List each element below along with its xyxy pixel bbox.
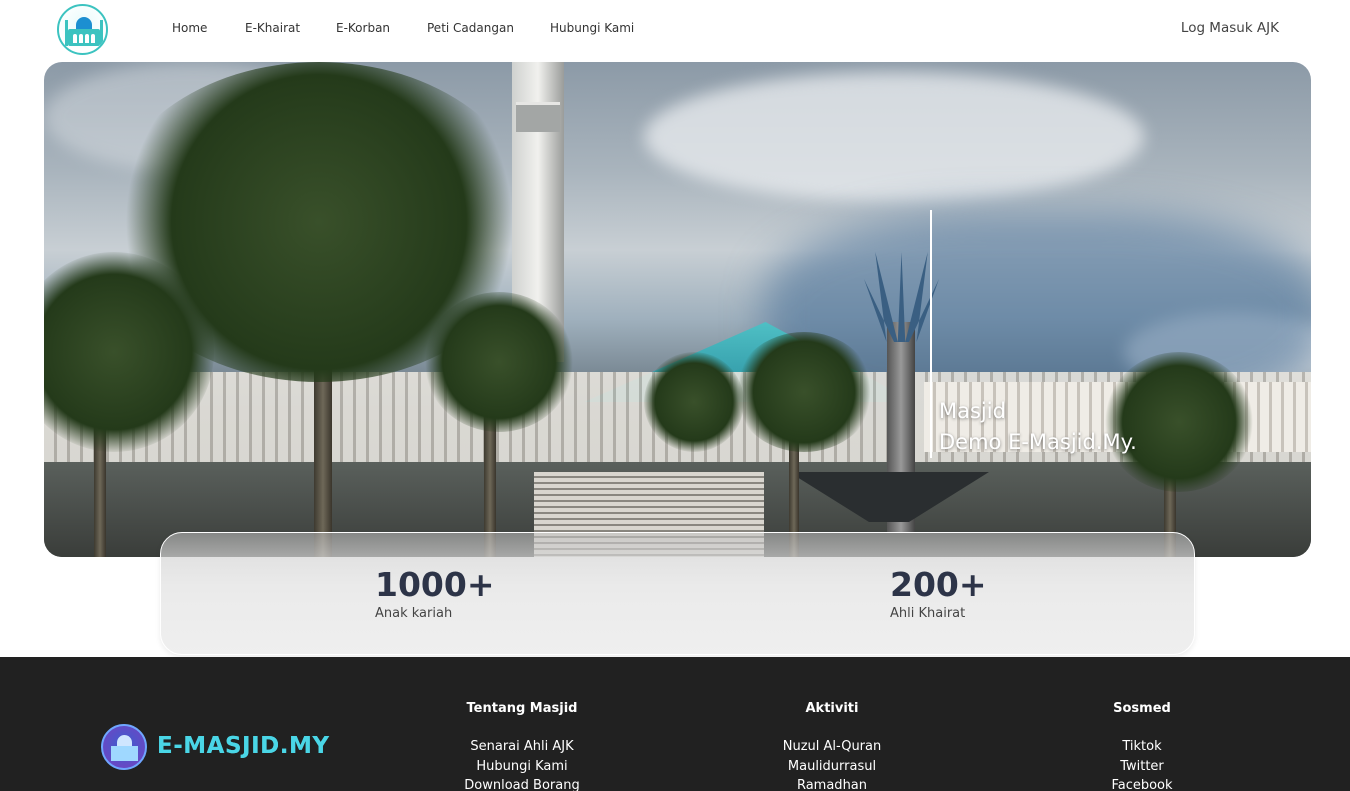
stat-value: 1000+ (375, 565, 495, 604)
stat-value: 200+ (890, 565, 987, 604)
footer-link-senarai-ajk[interactable]: Senarai Ahli AJK (412, 737, 632, 757)
nav-home-link[interactable]: Home (172, 21, 207, 35)
hero-banner-image: Masjid Demo E-Masjid.My. (44, 62, 1311, 557)
footer-logo-icon (101, 724, 147, 770)
login-ajk-link[interactable]: Log Masuk AJK (1181, 20, 1279, 36)
footer-link-download-borang[interactable]: Download Borang (412, 776, 632, 791)
stat-label: Anak kariah (375, 606, 453, 621)
footer-link-twitter[interactable]: Twitter (1032, 757, 1252, 777)
top-navbar: Home E-Khairat E-Korban Peti Cadangan Hu… (0, 0, 1350, 60)
nav-peti-cadangan-link[interactable]: Peti Cadangan (427, 21, 514, 35)
footer-col-title: Tentang Masjid (466, 701, 578, 716)
stat-anak-kariah: 1000+ Anak kariah (375, 565, 495, 621)
footer-col-title: Aktiviti (805, 701, 859, 716)
footer-link-hubungi-kami[interactable]: Hubungi Kami (412, 757, 632, 777)
footer-col-tentang-masjid: Tentang Masjid Senarai Ahli AJK Hubungi … (412, 701, 632, 791)
footer-link-facebook[interactable]: Facebook (1032, 776, 1252, 791)
footer-col-aktiviti: Aktiviti Nuzul Al-Quran Maulidurrasul Ra… (722, 701, 942, 791)
footer: E-MASJID.MY Tentang Masjid Senarai Ahli … (0, 657, 1350, 791)
hero-title-line1: Masjid (939, 399, 1006, 423)
stat-label: Ahli Khairat (890, 606, 966, 621)
stats-card: 1000+ Anak kariah 200+ Ahli Khairat (160, 532, 1195, 655)
nav-ekhairat-link[interactable]: E-Khairat (245, 21, 300, 35)
footer-link-maulidurrasul[interactable]: Maulidurrasul (722, 757, 942, 777)
footer-link-nuzul-al-quran[interactable]: Nuzul Al-Quran (722, 737, 942, 757)
footer-col-sosmed: Sosmed Tiktok Twitter Facebook (1032, 701, 1252, 791)
stat-ahli-khairat: 200+ Ahli Khairat (890, 565, 987, 621)
nav-hubungi-kami-link[interactable]: Hubungi Kami (550, 21, 634, 35)
mosque-logo-icon[interactable] (57, 4, 108, 55)
nav-ekorban-link[interactable]: E-Korban (336, 21, 390, 35)
footer-col-title: Sosmed (1113, 701, 1171, 716)
footer-link-ramadhan[interactable]: Ramadhan (722, 776, 942, 791)
hero-title-line2: Demo E-Masjid.My. (939, 430, 1137, 454)
footer-brand: E-MASJID.MY (157, 733, 330, 759)
hero-divider (930, 210, 932, 458)
footer-link-tiktok[interactable]: Tiktok (1032, 737, 1252, 757)
hero-title: Masjid Demo E-Masjid.My. (939, 396, 1137, 458)
